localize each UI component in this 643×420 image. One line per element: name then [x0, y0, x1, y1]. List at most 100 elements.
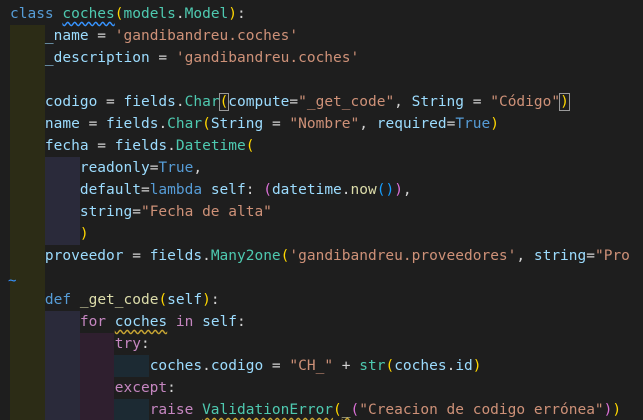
code-token: = [79, 116, 107, 132]
code-token: fields [114, 138, 168, 154]
code-token: = [140, 182, 150, 198]
code-token: True [455, 116, 491, 132]
code-token: fecha [44, 138, 89, 154]
code-token: "Pro [594, 248, 630, 264]
code-token: except [114, 380, 168, 396]
code-token: : [167, 380, 176, 396]
code-token: True [158, 160, 194, 176]
code-token: ( [202, 116, 211, 132]
code-token: "Nombre" [289, 116, 360, 132]
code-token: : [140, 336, 150, 352]
code-token: ) [202, 292, 211, 308]
code-token: "_get_code" [298, 94, 395, 110]
code-token: 'gandibandreu.proveedores' [289, 248, 517, 264]
code-token: , [402, 182, 412, 198]
code-token: : [210, 292, 220, 308]
code-editor[interactable]: class coches(models.Model): _name = 'gan… [0, 0, 643, 420]
code-line[interactable]: except: [10, 377, 176, 399]
code-token: coches [149, 358, 203, 374]
code-token: Char [184, 94, 220, 110]
code-token: = [289, 94, 299, 110]
code-line[interactable]: try: [10, 333, 150, 355]
code-token: in [175, 314, 194, 330]
code-token: ) [79, 226, 89, 242]
code-line[interactable]: _description = 'gandibandreu.coches' [10, 47, 359, 69]
code-token: ) [228, 6, 238, 22]
code-token: _description [44, 50, 150, 66]
code-line[interactable]: _name = 'gandibandreu.coches' [10, 25, 298, 47]
code-line[interactable]: name = fields.Char(String = "Nombre", re… [10, 113, 499, 135]
code-line[interactable]: ) [10, 223, 89, 245]
code-token: : [237, 314, 246, 330]
code-token: _name [44, 28, 89, 44]
code-token: string [79, 204, 133, 220]
fold-chevron-icon[interactable]: ~ [8, 273, 16, 289]
code-token: = [123, 248, 150, 264]
code-line[interactable]: coches.codigo = "CH_" + str(coches.id) [10, 355, 482, 377]
code-line[interactable]: proveedor = fields.Many2one('gandibandre… [10, 245, 630, 267]
code-token: . [175, 6, 185, 22]
code-token: . [202, 358, 211, 374]
code-token: _ [341, 402, 351, 418]
code-token: self [202, 314, 238, 330]
indent-guide [10, 69, 45, 91]
code-token: 'gandibandreu.coches' [114, 28, 299, 44]
code-token: = [586, 248, 595, 264]
code-token: coches [114, 314, 168, 330]
code-line[interactable]: def _get_code(self): [10, 289, 220, 311]
code-token: coches [394, 358, 447, 374]
code-token: , [394, 94, 412, 110]
code-token: def [44, 292, 72, 308]
code-token: Model [184, 6, 229, 22]
code-token: , [516, 248, 534, 264]
code-token: str [359, 358, 386, 374]
code-token: = [97, 94, 124, 110]
code-line[interactable]: fecha = fields.Datetime( [10, 135, 255, 157]
code-line[interactable]: for coches in self: [10, 311, 246, 333]
code-token: ( [158, 292, 168, 308]
code-token: ( [385, 358, 395, 374]
code-token: now [350, 182, 377, 198]
code-token: fields [106, 116, 159, 132]
code-token: = [132, 204, 141, 220]
code-token: ( [263, 182, 272, 198]
code-token: String [411, 94, 465, 110]
code-token: proveedor [44, 248, 124, 264]
code-token: . [341, 182, 351, 198]
code-line[interactable]: codigo = fields.Char(compute="_get_code"… [10, 91, 570, 113]
code-token: Datetime [175, 138, 246, 154]
code-token: = [88, 28, 115, 44]
code-token: _get_code [79, 292, 159, 308]
code-token: ( [245, 138, 255, 154]
code-token: raise [149, 402, 194, 418]
code-token: ( [350, 402, 360, 418]
code-line[interactable]: class coches(models.Model): [10, 3, 246, 25]
code-token: Many2one [210, 248, 281, 264]
code-token: Char [167, 116, 203, 132]
code-line[interactable]: default=lambda self: (datetime.now()), [10, 179, 412, 201]
code-token: ValidationError [202, 402, 334, 418]
code-token: ) [559, 93, 570, 111]
code-token: required [376, 116, 447, 132]
code-token: : [237, 6, 246, 22]
code-token: for [79, 314, 107, 330]
code-token: = [263, 116, 290, 132]
code-line[interactable]: raise ValidationError(_("Creacion de cod… [10, 399, 621, 420]
code-token: self [210, 182, 246, 198]
code-line[interactable]: string="Fecha de alta" [10, 201, 272, 223]
code-token: compute [228, 94, 290, 110]
code-line[interactable]: readonly=True, [10, 157, 202, 179]
